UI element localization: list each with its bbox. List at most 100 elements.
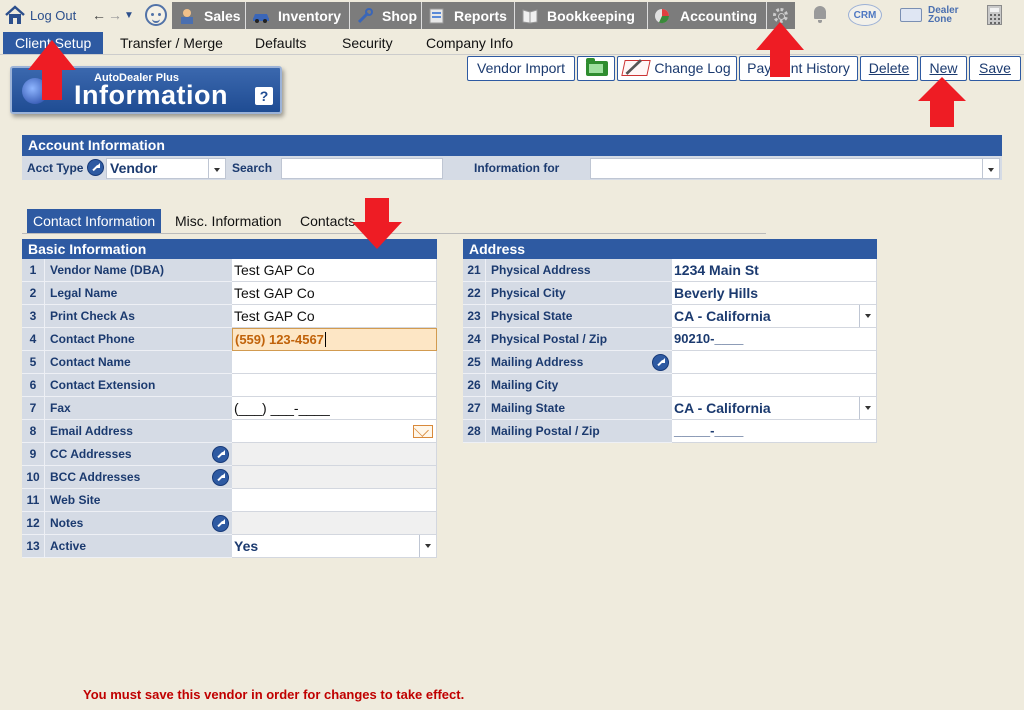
user-face-icon[interactable] [145, 4, 167, 26]
tab-shop[interactable]: Shop [350, 2, 422, 29]
physical-zip-input[interactable]: 90210-____ [672, 328, 877, 351]
mailing-address-input[interactable] [672, 351, 877, 374]
field-label: Fax [45, 397, 232, 420]
row-number: 7 [22, 397, 45, 420]
pie-chart-icon [654, 8, 672, 24]
info-for-select[interactable] [590, 158, 1000, 179]
search-input[interactable] [281, 158, 443, 179]
chevron-down-icon[interactable]: ▼ [124, 10, 134, 21]
physical-address-input[interactable]: 1234 Main St [672, 259, 877, 282]
form-row: 11 Web Site [22, 489, 437, 512]
form-row: 3 Print Check As Test GAP Co [22, 305, 437, 328]
tab-accounting[interactable]: Accounting [648, 2, 767, 29]
active-select[interactable]: Yes [232, 535, 437, 558]
tab-sales[interactable]: Sales [172, 2, 246, 29]
submenu-company-info[interactable]: Company Info [420, 32, 519, 54]
field-label: Email Address [45, 420, 232, 443]
row-number: 22 [463, 282, 486, 305]
address-form: 21 Physical Address 1234 Main St 22 Physica… [463, 259, 877, 443]
back-arrow-icon[interactable]: ← [92, 7, 106, 23]
history-nav[interactable]: ← → ▼ [92, 6, 134, 24]
submenu-client-setup[interactable]: Client Setup [3, 32, 103, 54]
form-row: 23 Physical State CA - California [463, 305, 877, 328]
tab-bookkeeping-label: Bookkeeping [547, 7, 635, 24]
chevron-down-icon[interactable] [859, 397, 876, 419]
envelope-icon[interactable] [413, 425, 433, 438]
row-number: 23 [463, 305, 486, 328]
fax-input[interactable]: (___) ___-____ [232, 397, 437, 420]
field-label: Web Site [45, 489, 232, 512]
tab-contacts[interactable]: Contacts [294, 209, 361, 233]
payment-history-button[interactable]: Payment History [739, 56, 858, 81]
cc-addresses-input[interactable] [232, 443, 437, 466]
contact-name-input[interactable] [232, 351, 437, 374]
submenu-defaults[interactable]: Defaults [249, 32, 312, 54]
bcc-addresses-link-icon[interactable] [212, 469, 229, 486]
delete-button[interactable]: Delete [860, 56, 918, 81]
bell-icon[interactable] [812, 6, 828, 24]
save-button[interactable]: Save [969, 56, 1021, 81]
vendor-name-input[interactable]: Test GAP Co [232, 259, 437, 282]
email-address-input[interactable] [232, 420, 437, 443]
sub-menu: Client Setup Transfer / Merge Defaults S… [0, 30, 1024, 55]
change-log-button[interactable]: Change Log [617, 56, 737, 81]
field-label: Physical Postal / Zip [486, 328, 672, 351]
tab-reports[interactable]: Reports [422, 2, 515, 29]
web-site-input[interactable] [232, 489, 437, 512]
physical-state-select[interactable]: CA - California [672, 305, 877, 328]
tab-inventory-label: Inventory [278, 7, 342, 24]
chevron-down-icon[interactable] [859, 305, 876, 327]
contact-phone-input[interactable]: (559) 123-4567 [232, 328, 437, 351]
chevron-down-icon[interactable] [208, 159, 225, 178]
tab-contact-information[interactable]: Contact Information [27, 209, 162, 233]
row-number: 12 [22, 512, 45, 535]
form-row: 5 Contact Name [22, 351, 437, 374]
tab-misc-information[interactable]: Misc. Information [169, 209, 288, 233]
help-button[interactable]: ? [255, 87, 273, 105]
open-folder-button[interactable] [577, 56, 615, 81]
field-label: Active [45, 535, 232, 558]
print-check-as-input[interactable]: Test GAP Co [232, 305, 437, 328]
contact-extension-input[interactable] [232, 374, 437, 397]
notes-link-icon[interactable] [212, 515, 229, 532]
submenu-transfer-merge[interactable]: Transfer / Merge [114, 32, 229, 54]
new-button[interactable]: New [920, 56, 967, 81]
physical-city-input[interactable]: Beverly Hills [672, 282, 877, 305]
acct-type-select[interactable]: Vendor [106, 158, 226, 179]
row-number: 25 [463, 351, 486, 374]
row-number: 6 [22, 374, 45, 397]
change-log-icon [621, 60, 652, 76]
chevron-down-icon[interactable] [982, 159, 999, 178]
crm-button[interactable]: CRM [848, 4, 882, 26]
row-number: 26 [463, 374, 486, 397]
settings-tab[interactable] [767, 2, 795, 29]
salesperson-icon [178, 8, 196, 24]
vendor-import-button[interactable]: Vendor Import [467, 56, 575, 81]
field-label: Notes [45, 512, 232, 535]
tab-bookkeeping[interactable]: Bookkeeping [515, 2, 648, 29]
logout-button[interactable]: Log Out [4, 4, 76, 26]
legal-name-input[interactable]: Test GAP Co [232, 282, 437, 305]
dealer-zone-button[interactable]: Dealer Zone [900, 4, 959, 26]
form-row: 6 Contact Extension [22, 374, 437, 397]
submenu-security[interactable]: Security [336, 32, 399, 54]
row-number: 9 [22, 443, 45, 466]
mailing-address-link-icon[interactable] [652, 354, 669, 371]
top-nav: Log Out ← → ▼ Sales Inventory Shop Repor… [0, 0, 1024, 30]
notes-input[interactable] [232, 512, 437, 535]
mailing-city-input[interactable] [672, 374, 877, 397]
forward-arrow-icon[interactable]: → [108, 7, 122, 23]
row-number: 24 [463, 328, 486, 351]
form-row: 22 Physical City Beverly Hills [463, 282, 877, 305]
acct-type-link-icon[interactable] [87, 159, 104, 176]
page-title: Information [74, 80, 228, 110]
chevron-down-icon[interactable] [419, 535, 436, 557]
field-label: Mailing State [486, 397, 672, 420]
bcc-addresses-input[interactable] [232, 466, 437, 489]
form-row: 27 Mailing State CA - California [463, 397, 877, 420]
mailing-state-select[interactable]: CA - California [672, 397, 877, 420]
tab-inventory[interactable]: Inventory [246, 2, 350, 29]
cc-addresses-link-icon[interactable] [212, 446, 229, 463]
mailing-zip-input[interactable]: _____-____ [672, 420, 877, 443]
calculator-icon[interactable] [987, 5, 1002, 25]
